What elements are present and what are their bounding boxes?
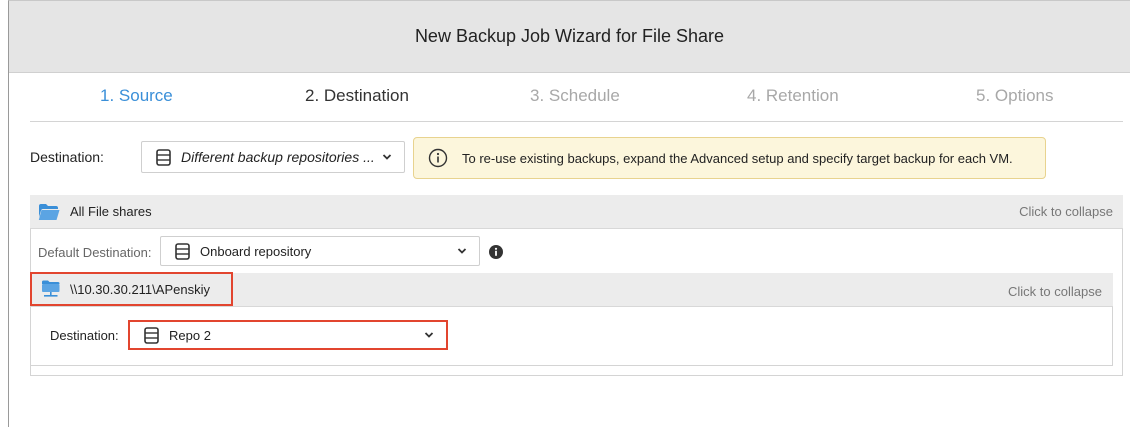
- all-file-shares-header[interactable]: All File shares Click to collapse: [30, 195, 1123, 229]
- destination-label: Destination:: [30, 149, 104, 165]
- default-destination-info-icon[interactable]: [489, 245, 503, 259]
- share-destination-value: Repo 2: [169, 327, 211, 343]
- destination-select-value: Different backup repositories ...: [181, 149, 375, 165]
- info-banner-text: To re-use existing backups, expand the A…: [462, 150, 1013, 166]
- default-destination-label: Default Destination:: [38, 245, 152, 260]
- step-retention[interactable]: 4. Retention: [747, 86, 839, 106]
- wizard-title: New Backup Job Wizard for File Share: [414, 26, 725, 46]
- chevron-down-icon: [382, 154, 392, 160]
- chevron-down-icon: [424, 332, 434, 338]
- group-title: All File shares: [70, 204, 152, 219]
- step-options[interactable]: 5. Options: [976, 86, 1054, 106]
- repository-icon: [156, 148, 171, 166]
- collapse-share-link[interactable]: Click to collapse: [1008, 284, 1102, 299]
- folder-open-icon: [38, 203, 60, 220]
- chevron-down-icon: [457, 248, 467, 254]
- share-destination-label: Destination:: [50, 328, 119, 343]
- network-share-icon: [42, 280, 60, 297]
- repository-icon: [144, 326, 159, 344]
- wizard-title-bar: New Backup Job Wizard for File Share: [9, 1, 1130, 73]
- step-destination[interactable]: 2. Destination: [305, 86, 409, 106]
- collapse-all-link[interactable]: Click to collapse: [1019, 204, 1113, 219]
- destination-select[interactable]: Different backup repositories ...: [141, 141, 405, 173]
- step-source[interactable]: 1. Source: [100, 86, 173, 106]
- repository-icon: [175, 242, 190, 260]
- share-destination-select[interactable]: Repo 2: [128, 320, 448, 350]
- info-banner: To re-use existing backups, expand the A…: [413, 137, 1046, 179]
- default-destination-value: Onboard repository: [200, 243, 312, 259]
- default-destination-select[interactable]: Onboard repository: [160, 236, 480, 266]
- info-icon: [428, 148, 448, 168]
- step-schedule[interactable]: 3. Schedule: [530, 86, 620, 106]
- share-path: \\10.30.30.211\APenskiy: [70, 281, 210, 297]
- wizard-steps: 1. Source 2. Destination 3. Schedule 4. …: [30, 74, 1123, 122]
- share-path-highlight[interactable]: \\10.30.30.211\APenskiy: [30, 272, 233, 306]
